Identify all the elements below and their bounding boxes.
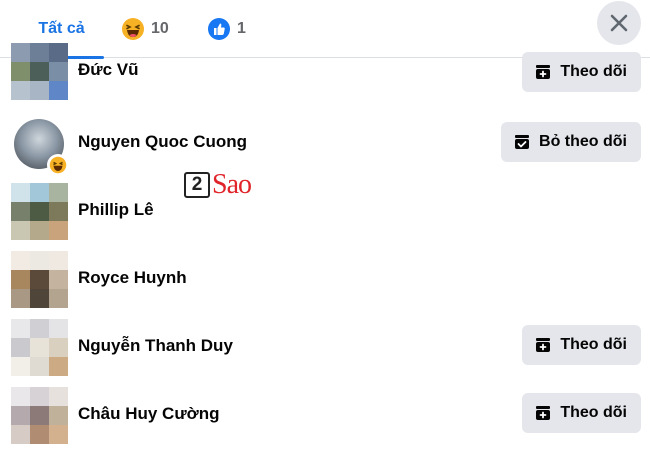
avatar-pixel [49,270,68,289]
watermark-number: 2 [184,172,210,198]
avatar-pixel [49,387,68,406]
unfollow-button-label: Bỏ theo dõi [539,133,627,150]
avatar-pixel [30,387,49,406]
list-item: Nguyễn Thanh Duy Theo dõi [0,312,650,380]
avatar-pixel [49,221,68,240]
follow-icon [534,404,552,422]
avatar-pixel [11,202,30,221]
person-name[interactable]: Châu Huy Cường [78,380,220,448]
avatar-pixel [30,221,49,240]
avatar-pixel [30,183,49,202]
avatar-pixel [11,338,30,357]
avatar[interactable] [11,251,68,308]
follow-icon [534,336,552,354]
avatar-pixel [11,43,30,62]
avatar-pixel [11,387,30,406]
avatar-pixel [49,81,68,100]
avatar-pixel [49,338,68,357]
avatar-pixel [30,43,49,62]
unfollow-icon [513,133,531,151]
avatar-pixel [30,357,49,376]
avatar-pixel [11,251,30,270]
unfollow-button[interactable]: Bỏ theo dõi [501,122,641,162]
list-item: Phillip Lê [0,176,650,244]
avatar-pixel [11,62,30,81]
person-name[interactable]: Nguyễn Thanh Duy [78,312,233,380]
list-item: Đức Vũ Theo dõi [0,36,650,104]
avatar-pixel [30,202,49,221]
avatar-pixel [30,319,49,338]
watermark-logo: 2 Sao [184,169,252,201]
follow-button-label: Theo dõi [560,336,627,353]
avatar-pixel [11,221,30,240]
avatar-pixel [49,319,68,338]
avatar[interactable] [11,387,68,444]
avatar[interactable] [11,319,68,376]
close-icon [609,13,629,33]
person-name[interactable]: Phillip Lê [78,176,154,244]
person-name[interactable]: Đức Vũ [78,36,139,104]
avatar-pixel [30,425,49,444]
avatar[interactable] [11,183,68,240]
avatar-pixel [11,425,30,444]
avatar-pixel [11,357,30,376]
avatar-pixel [49,183,68,202]
avatar-pixel [30,81,49,100]
haha-reaction-badge [47,154,69,176]
avatar-pixel [49,425,68,444]
avatar-pixel [49,251,68,270]
avatar-pixel [49,43,68,62]
follow-button[interactable]: Theo dõi [522,325,641,365]
avatar-pixel [30,289,49,308]
watermark-text: Sao [212,169,252,200]
avatar-pixel [49,357,68,376]
follow-icon [534,63,552,81]
avatar-pixel [30,270,49,289]
avatar-pixel [11,270,30,289]
list-item: Châu Huy Cường Theo dõi [0,380,650,448]
avatar-pixel [49,62,68,81]
person-name[interactable]: Nguyen Quoc Cuong [78,108,247,176]
avatar-pixel [30,338,49,357]
person-name[interactable]: Royce Huynh [78,244,187,312]
list-item: Royce Huynh [0,244,650,312]
follow-button-label: Theo dõi [560,404,627,421]
follow-button-label: Theo dõi [560,63,627,80]
avatar-pixel [11,81,30,100]
avatar-pixel [11,319,30,338]
avatar-pixel [11,183,30,202]
avatar-pixel [11,289,30,308]
follow-button[interactable]: Theo dõi [522,52,641,92]
avatar-pixel [49,406,68,425]
avatar-pixel [30,251,49,270]
follow-button[interactable]: Theo dõi [522,393,641,433]
avatar-pixel [49,202,68,221]
avatar-pixel [11,406,30,425]
avatar-pixel [30,406,49,425]
list-item: Nguyen Quoc Cuong Bỏ theo dõi [0,108,650,176]
avatar-pixel [30,62,49,81]
avatar[interactable] [11,43,68,100]
avatar-pixel [49,289,68,308]
